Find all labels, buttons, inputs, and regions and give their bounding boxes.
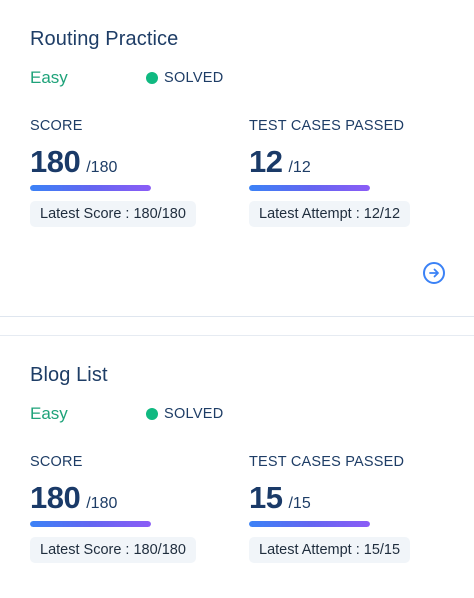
latest-score-chip: Latest Score : 180/180 <box>30 537 196 563</box>
score-progress-fill <box>30 185 151 191</box>
score-value: 180 <box>30 480 81 515</box>
problem-list: Routing Practice Easy SOLVED SCORE 180 /… <box>0 0 474 598</box>
solved-dot-icon <box>146 408 158 420</box>
open-problem-button[interactable] <box>423 262 445 284</box>
score-value-row: 180 /180 <box>30 480 230 515</box>
tests-total: /12 <box>288 159 311 176</box>
tests-progress-fill <box>249 521 370 527</box>
tests-progress-bar <box>249 185 370 191</box>
tests-value-row: 12 /12 <box>249 144 449 179</box>
score-progress-fill <box>30 521 151 527</box>
score-label: SCORE <box>30 118 83 134</box>
problem-meta: Easy SOLVED <box>30 68 450 90</box>
problem-meta: Easy SOLVED <box>30 404 450 426</box>
latest-attempt-chip: Latest Attempt : 12/12 <box>249 201 411 227</box>
difficulty-badge: Easy <box>30 68 68 87</box>
problem-title[interactable]: Routing Practice <box>30 28 178 51</box>
score-section: SCORE 180 /180 Latest Score : 180/180 <box>30 454 230 563</box>
latest-score-chip: Latest Score : 180/180 <box>30 201 196 227</box>
tests-label: TEST CASES PASSED <box>249 454 405 470</box>
arrow-right-circle-icon <box>429 268 439 278</box>
solved-dot-icon <box>146 72 158 84</box>
tests-label: TEST CASES PASSED <box>249 118 405 134</box>
tests-total: /15 <box>288 495 311 512</box>
problem-title[interactable]: Blog List <box>30 364 108 387</box>
score-total: /180 <box>86 495 118 512</box>
tests-section: TEST CASES PASSED 15 /15 Latest Attempt … <box>249 454 449 563</box>
score-value: 180 <box>30 144 81 179</box>
score-total: /180 <box>86 159 118 176</box>
tests-section: TEST CASES PASSED 12 /12 Latest Attempt … <box>249 118 449 227</box>
status-text: SOLVED <box>164 406 224 422</box>
score-value-row: 180 /180 <box>30 144 230 179</box>
score-progress-bar <box>30 185 151 191</box>
difficulty-badge: Easy <box>30 404 68 423</box>
score-section: SCORE 180 /180 Latest Score : 180/180 <box>30 118 230 227</box>
status-text: SOLVED <box>164 70 224 86</box>
tests-value-row: 15 /15 <box>249 480 449 515</box>
status-badge: SOLVED <box>146 406 224 422</box>
score-label: SCORE <box>30 454 83 470</box>
problem-card[interactable]: Routing Practice Easy SOLVED SCORE 180 /… <box>0 0 474 317</box>
latest-attempt-chip: Latest Attempt : 15/15 <box>249 537 411 563</box>
tests-progress-fill <box>249 185 370 191</box>
status-badge: SOLVED <box>146 70 224 86</box>
problem-card[interactable]: Blog List Easy SOLVED SCORE 180 /180 Lat… <box>0 335 474 598</box>
tests-progress-bar <box>249 521 370 527</box>
score-progress-bar <box>30 521 151 527</box>
tests-value: 15 <box>249 480 283 515</box>
tests-value: 12 <box>249 144 283 179</box>
